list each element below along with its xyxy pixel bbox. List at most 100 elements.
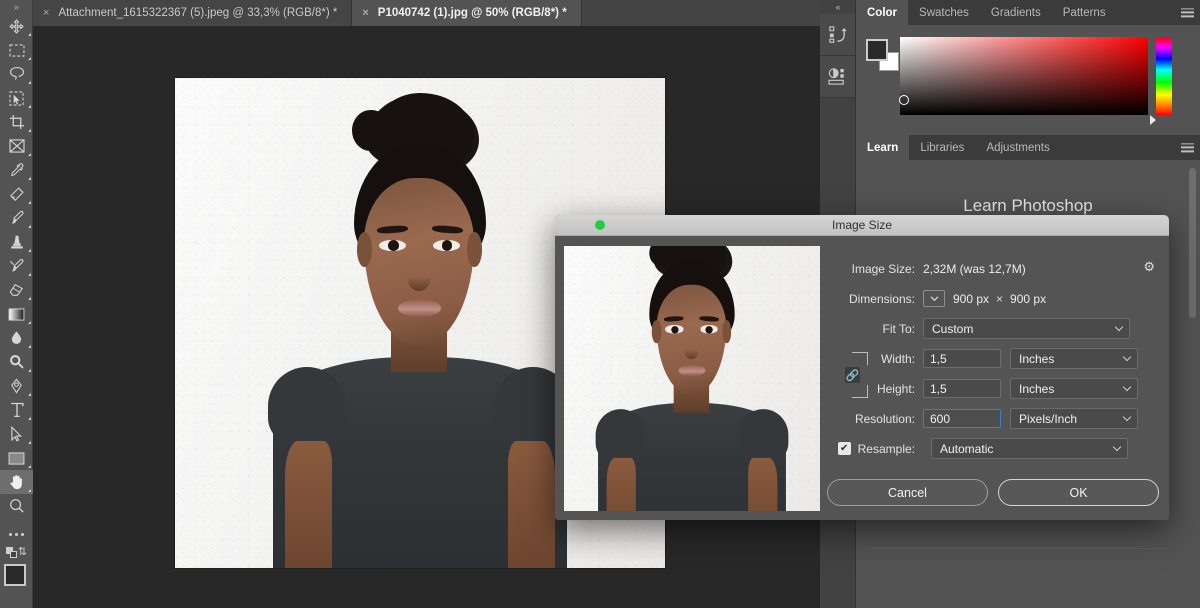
dodge-tool[interactable]	[0, 350, 33, 374]
link-icon[interactable]: 🔗	[845, 367, 860, 383]
resolution-unit-select[interactable]: Pixels/Inch	[1010, 408, 1138, 429]
tool-flyout-corner	[28, 273, 31, 276]
width-unit-value: Inches	[1019, 351, 1055, 366]
tab-adjustments[interactable]: Adjustments	[975, 135, 1061, 160]
type-tool[interactable]	[0, 398, 33, 422]
dialog-title-bar[interactable]: Image Size	[555, 215, 1169, 236]
tool-flyout-corner	[28, 249, 31, 252]
gear-icon[interactable]: ⚙	[1143, 259, 1155, 275]
dialog-body: Image Size: 2,32M (was 12,7M) ⚙ Dimensio…	[555, 236, 1169, 520]
close-icon[interactable]: ×	[43, 7, 49, 19]
frame-tool[interactable]	[0, 134, 33, 158]
rectangle-tool[interactable]	[0, 446, 33, 470]
tool-flyout-corner	[28, 81, 31, 84]
resample-checkbox[interactable]: ✔	[837, 442, 851, 455]
learn-panel-scrollbar[interactable]	[1189, 168, 1196, 318]
clone-stamp-tool[interactable]	[0, 230, 33, 254]
width-input[interactable]: 1,5	[923, 349, 1001, 368]
learn-divider	[870, 548, 1170, 549]
dimensions-width-value: 900 px	[953, 291, 990, 306]
layer-comps-panel-icon[interactable]	[820, 56, 855, 98]
learn-panel-menu-icon[interactable]	[1181, 141, 1194, 154]
color-panel-body	[856, 25, 1200, 135]
preview-subject	[564, 246, 820, 511]
color-field-picker-handle[interactable]	[899, 95, 909, 105]
tab-color[interactable]: Color	[856, 0, 909, 25]
resolution-unit-value: Pixels/Inch	[1019, 411, 1078, 426]
move-tool[interactable]	[0, 14, 33, 38]
dimensions-label: Dimensions:	[848, 291, 915, 306]
height-row: Height: 1,5 Inches	[827, 378, 1159, 399]
hand-tool[interactable]	[0, 470, 33, 494]
gradient-tool[interactable]	[0, 302, 33, 326]
tab-patterns[interactable]: Patterns	[1051, 0, 1117, 25]
object-selection-tool[interactable]	[0, 86, 33, 110]
rectangular-marquee-tool[interactable]	[0, 38, 33, 62]
hue-slider-marker[interactable]	[1150, 115, 1156, 125]
fit-to-value: Custom	[932, 321, 974, 336]
height-unit-select[interactable]: Inches	[1010, 378, 1138, 399]
tool-flyout-corner	[28, 297, 31, 300]
resample-select[interactable]: Automatic	[931, 438, 1128, 459]
width-value: 1,5	[930, 351, 947, 366]
chevron-down-icon	[1114, 322, 1124, 331]
eyedropper-tool[interactable]	[0, 158, 33, 182]
lasso-tool[interactable]	[0, 62, 33, 86]
foreground-color-swatch[interactable]	[866, 39, 888, 61]
color-panel-menu-icon[interactable]	[1181, 6, 1194, 19]
tool-flyout-corner	[28, 105, 31, 108]
blur-tool[interactable]	[0, 326, 33, 350]
rail-collapse-icon[interactable]: «	[820, 0, 855, 14]
foreground-color-swatch[interactable]	[4, 564, 26, 586]
tab-libraries-label: Libraries	[920, 141, 965, 154]
zoom-tool[interactable]	[0, 494, 33, 518]
crop-tool[interactable]	[0, 110, 33, 134]
tool-flyout-corner	[28, 201, 31, 204]
close-icon[interactable]: ×	[362, 7, 368, 19]
tab-swatches[interactable]: Swatches	[908, 0, 980, 25]
spot-healing-brush-tool[interactable]	[0, 182, 33, 206]
toolbar-expand-icon[interactable]: »	[0, 0, 32, 14]
path-selection-tool[interactable]	[0, 422, 33, 446]
chevron-down-icon[interactable]	[923, 290, 945, 307]
fit-to-select[interactable]: Custom	[923, 318, 1130, 339]
brush-tool[interactable]	[0, 206, 33, 230]
swap-colors-icon[interactable]: ⇅	[18, 547, 27, 558]
pen-tool[interactable]	[0, 374, 33, 398]
color-field[interactable]	[899, 37, 1148, 115]
zoom-window-button[interactable]	[595, 220, 605, 230]
tool-flyout-corner	[28, 345, 31, 348]
edit-toolbar-button[interactable]	[0, 524, 32, 544]
quick-mask-and-swap-row: ⇅	[0, 544, 32, 562]
ok-button[interactable]: OK	[998, 479, 1159, 506]
resolution-input[interactable]: 600	[923, 409, 1001, 428]
fit-to-label: Fit To:	[882, 321, 915, 336]
tool-flyout-corner	[28, 129, 31, 132]
document-tab-2-label: P1040742 (1).jpg @ 50% (RGB/8*) *	[377, 7, 567, 19]
image-size-dialog[interactable]: Image Size Image Size: 2,32M (was 12,7M)…	[555, 215, 1169, 520]
history-brush-tool[interactable]	[0, 254, 33, 278]
image-size-label: Image Size:	[851, 261, 915, 276]
tab-learn[interactable]: Learn	[856, 135, 910, 160]
width-unit-select[interactable]: Inches	[1010, 348, 1138, 369]
learn-panel-tabs: Learn Libraries Adjustments	[856, 135, 1200, 160]
tab-gradients[interactable]: Gradients	[979, 0, 1052, 25]
height-input[interactable]: 1,5	[923, 379, 1001, 398]
tab-libraries[interactable]: Libraries	[909, 135, 976, 160]
quick-mask-icon[interactable]	[6, 547, 17, 558]
tab-gradients-label: Gradients	[990, 6, 1041, 19]
history-panel-icon[interactable]	[820, 14, 855, 56]
document-tab-1[interactable]: × Attachment_1615322367 (5).jpeg @ 33,3%…	[33, 0, 353, 26]
color-panel-swatches	[866, 39, 900, 71]
resolution-row: Resolution: 600 Pixels/Inch	[827, 408, 1159, 429]
tool-flyout-corner	[28, 321, 31, 324]
constrain-proportions-toggle[interactable]: 🔗	[839, 352, 869, 398]
cancel-button[interactable]: Cancel	[827, 479, 988, 506]
image-preview[interactable]	[564, 246, 820, 511]
dimensions-row: Dimensions: 900 px × 900 px	[827, 288, 1159, 309]
eraser-tool[interactable]	[0, 278, 33, 302]
chevron-down-icon	[1112, 442, 1122, 451]
tab-color-label: Color	[867, 6, 898, 19]
hue-slider[interactable]	[1156, 37, 1172, 115]
document-tab-2[interactable]: × P1040742 (1).jpg @ 50% (RGB/8*) *	[352, 0, 582, 26]
